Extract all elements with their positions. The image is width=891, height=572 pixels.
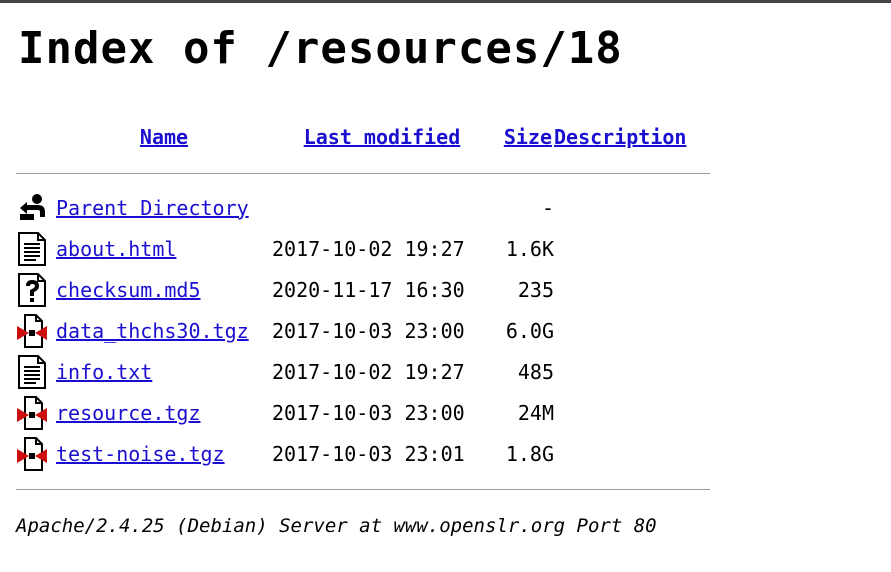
size-cell: 6.0G [505,318,554,343]
modified-cell: 2017-10-02 19:27 [272,236,465,261]
sort-by-size-link[interactable]: Size [504,125,552,149]
header-row: Name Last modified Size Description [16,115,710,159]
server-signature: Apache/2.4.25 (Debian) Server at www.ope… [16,515,657,537]
table-row-parent-directory: Parent Directory - [16,187,710,228]
sort-by-description-link[interactable]: Description [554,125,686,149]
description-cell [554,433,710,474]
size-cell: 1.8G [505,441,554,466]
table-row: resource.tgz 2017-10-03 23:00 24M [16,392,710,433]
table-row: about.html 2017-10-02 19:27 1.6K [16,228,710,269]
size-cell: - [541,195,554,220]
file-link[interactable]: data_thchs30.tgz [56,319,249,343]
sort-by-last-modified-link[interactable]: Last modified [304,125,461,149]
modified-cell: 2017-10-03 23:00 [272,318,465,343]
size-column-header: Size [492,115,554,159]
description-cell [554,310,710,351]
size-cell: 235 [517,277,554,302]
archive-icon [16,436,48,471]
table-row: checksum.md5 2020-11-17 16:30 235 [16,269,710,310]
top-rule-row [16,159,710,187]
file-link[interactable]: about.html [56,237,176,261]
file-link[interactable]: info.txt [56,360,152,384]
last-modified-column-header: Last modified [272,115,492,159]
description-cell [554,351,710,392]
name-column-header: Name [56,115,272,159]
file-listing-table: Name Last modified Size Description Pare… [16,115,710,504]
bottom-rule-row [16,474,710,504]
archive-icon [16,395,48,430]
archive-icon [16,313,48,348]
file-link[interactable]: test-noise.tgz [56,442,225,466]
size-cell: 1.6K [505,236,554,261]
description-cell [554,187,710,228]
description-cell [554,269,710,310]
size-cell: 485 [517,359,554,384]
text-file-icon [16,231,48,266]
sort-by-name-link[interactable]: Name [140,125,188,149]
icon-column-header [16,115,56,159]
file-link[interactable]: resource.tgz [56,401,201,425]
modified-cell: 2017-10-03 23:00 [272,400,465,425]
modified-cell: 2017-10-02 19:27 [272,359,465,384]
size-cell: 24M [517,400,554,425]
page-title: Index of /resources/18 [18,23,623,74]
modified-cell [272,187,492,228]
modified-cell: 2017-10-03 23:01 [272,441,465,466]
table-row: info.txt 2017-10-02 19:27 485 [16,351,710,392]
description-cell [554,392,710,433]
modified-cell: 2020-11-17 16:30 [272,277,465,302]
parent-directory-link[interactable]: Parent Directory [56,196,249,220]
description-column-header: Description [554,115,710,159]
back-icon [16,191,48,225]
top-divider [16,172,710,174]
description-cell [554,228,710,269]
file-link[interactable]: checksum.md5 [56,278,201,302]
table-row: data_thchs30.tgz 2017-10-03 23:00 6.0G [16,310,710,351]
text-file-icon [16,354,48,389]
unknown-file-icon [16,272,48,307]
table-row: test-noise.tgz 2017-10-03 23:01 1.8G [16,433,710,474]
bottom-divider [16,488,710,490]
